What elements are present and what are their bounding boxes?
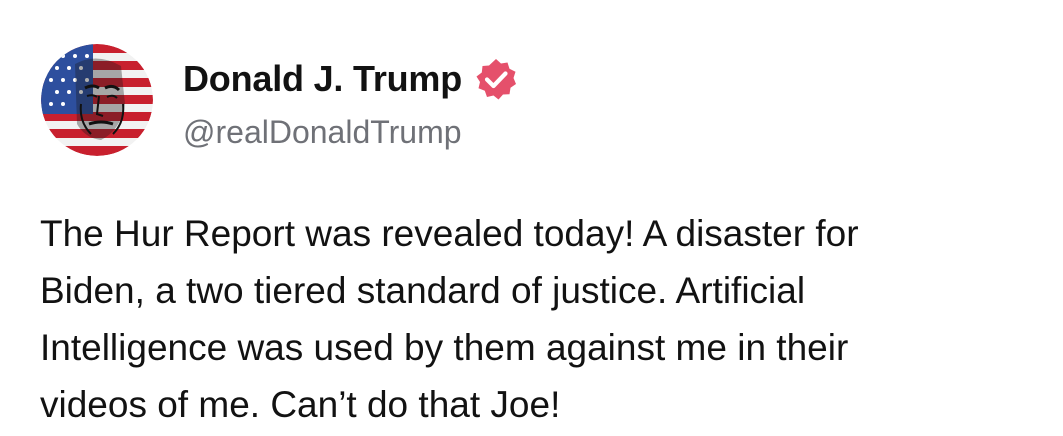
author-handle[interactable]: @realDonaldTrump (183, 114, 462, 151)
verified-badge-icon (474, 57, 518, 101)
author-display-name[interactable]: Donald J. Trump (183, 58, 462, 100)
post-card: Donald J. Trump @realDonaldTrump The Hur… (0, 0, 1063, 436)
author-avatar[interactable] (41, 44, 153, 156)
post-body-text: The Hur Report was revealed today! A dis… (40, 213, 859, 425)
author-name-row: Donald J. Trump (183, 57, 518, 101)
flag-portrait-avatar-icon (41, 44, 153, 156)
